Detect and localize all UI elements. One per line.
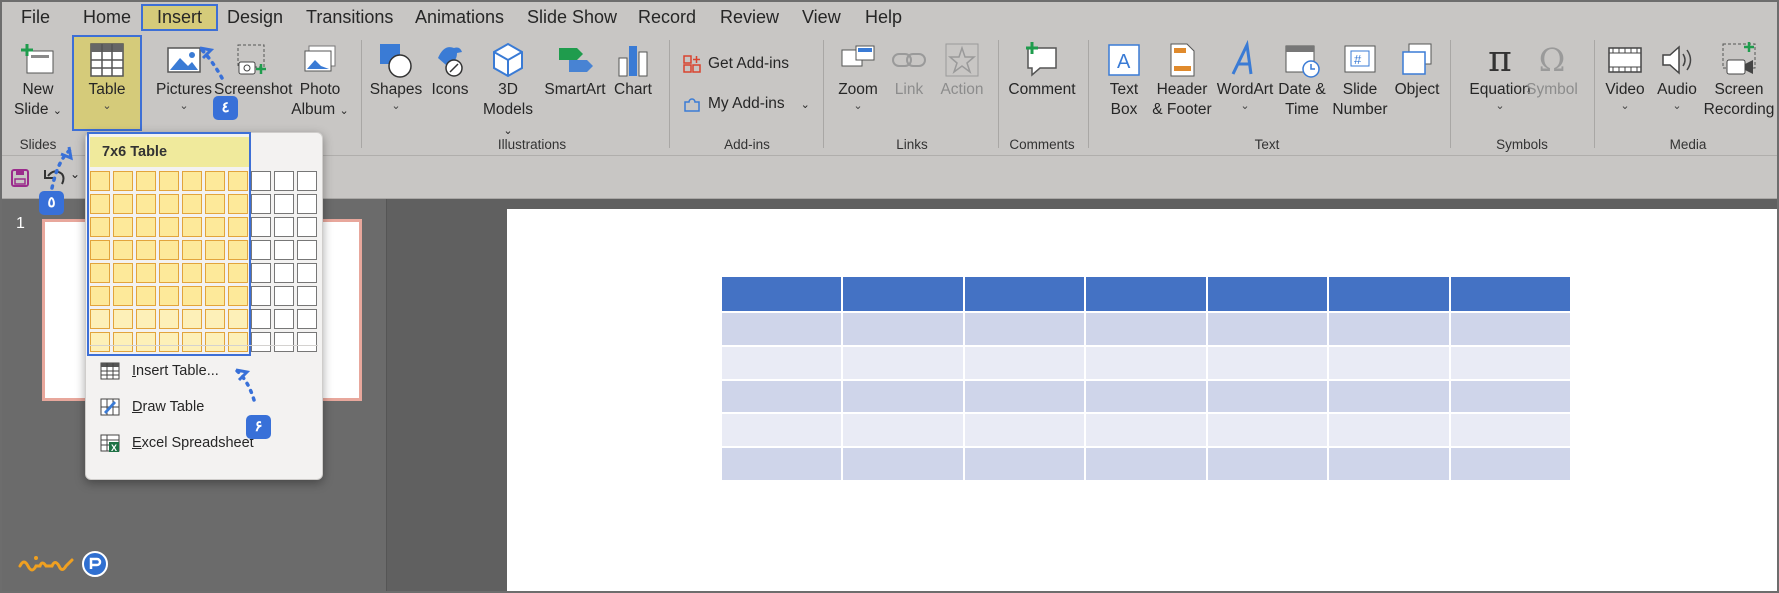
step-badge-6: ۶ <box>246 415 271 439</box>
annotation-arrow-4 <box>198 46 224 80</box>
step-badge-4: ٤ <box>213 96 238 120</box>
annotation-overlay <box>50 46 256 402</box>
powerpoint-window: File Home Insert Design Transitions Anim… <box>0 0 1779 593</box>
step-badge-5: ٥ <box>39 191 64 215</box>
